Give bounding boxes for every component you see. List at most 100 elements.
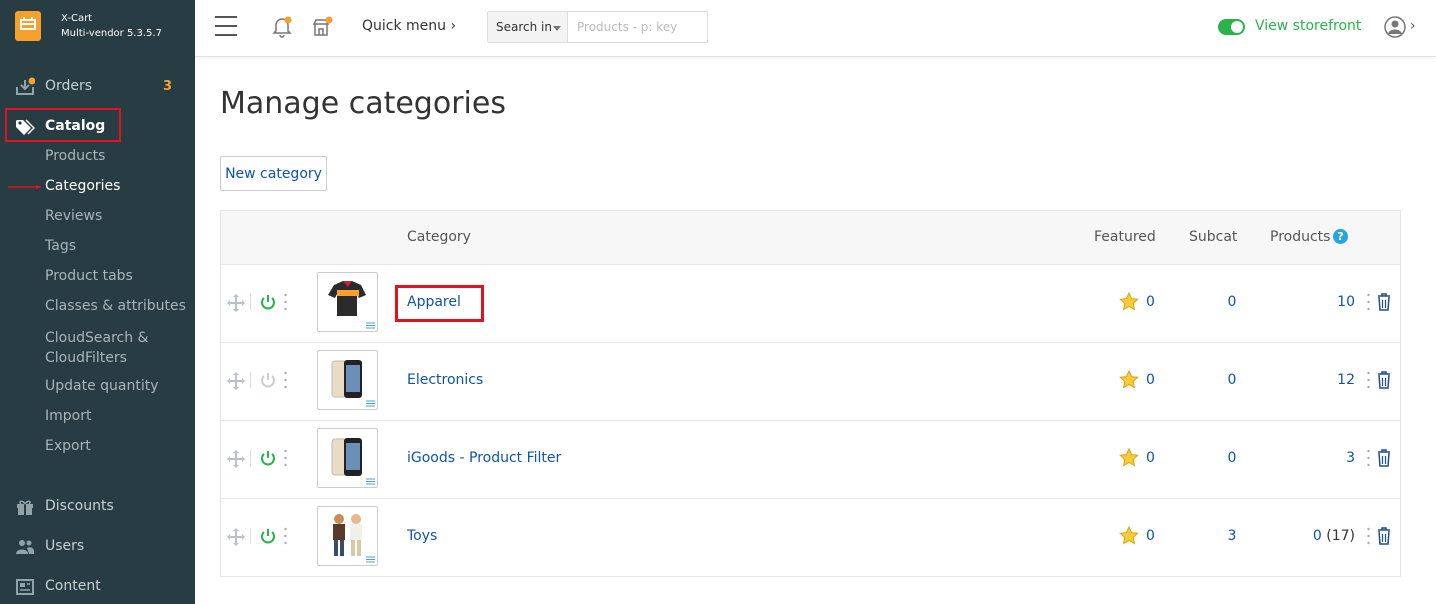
apparel-highlight-box	[395, 285, 484, 322]
table-row: Toys 0 3 0 (17)	[221, 499, 1400, 577]
search-in-label: Search in	[496, 20, 552, 34]
chevron-right-icon[interactable]: ›	[1410, 18, 1416, 34]
move-icon[interactable]	[227, 372, 245, 390]
sidebar-subitem-reviews[interactable]: Reviews	[45, 208, 102, 224]
list-lines-icon	[366, 478, 375, 485]
trash-icon[interactable]	[1376, 370, 1392, 389]
move-icon[interactable]	[227, 450, 245, 468]
featured-count[interactable]: 0	[1146, 372, 1155, 388]
trash-icon[interactable]	[1376, 292, 1392, 311]
sidebar-item-users[interactable]: Users	[0, 533, 195, 561]
subcat-count[interactable]: 3	[1227, 528, 1237, 544]
products-count[interactable]: 10	[1337, 294, 1355, 310]
trash-icon[interactable]	[1376, 526, 1392, 545]
subcat-count[interactable]: 0	[1227, 294, 1237, 310]
column-header-products: Products	[1270, 229, 1331, 245]
new-category-button[interactable]: New category	[220, 156, 327, 191]
more-options-icon[interactable]	[1367, 448, 1370, 468]
users-icon	[15, 537, 35, 557]
sidebar-subitem-product-tabs[interactable]: Product tabs	[45, 268, 133, 284]
products-count[interactable]: 12	[1337, 372, 1355, 388]
subcat-count[interactable]: 0	[1227, 372, 1237, 388]
view-storefront-link[interactable]: View storefront	[1255, 18, 1361, 34]
more-options-icon[interactable]	[284, 448, 287, 468]
sidebar-subitem-tags[interactable]: Tags	[45, 238, 76, 254]
products-count-value: 0	[1312, 528, 1322, 544]
brand-version: Multi-vendor 5.3.5.7	[61, 28, 162, 39]
arrow-right-icon	[8, 185, 42, 189]
products-count[interactable]: 3	[1346, 450, 1355, 466]
sidebar-item-content[interactable]: Content	[0, 573, 195, 601]
subcat-count[interactable]: 0	[1227, 450, 1237, 466]
page-title: Manage categories	[220, 86, 506, 121]
catalog-highlight-box	[5, 108, 121, 142]
star-icon	[1119, 447, 1139, 467]
top-bar: Quick menu › Search in View storefront ›	[195, 0, 1436, 57]
brand-title: X-Cart	[61, 13, 93, 24]
sidebar-item-label: Orders	[45, 78, 93, 94]
more-options-icon[interactable]	[284, 370, 287, 390]
featured-count[interactable]: 0	[1146, 450, 1155, 466]
category-thumbnail[interactable]	[317, 428, 378, 488]
quick-menu-button[interactable]: Quick menu ›	[362, 18, 456, 34]
newspaper-icon	[15, 577, 35, 597]
caret-down-icon	[553, 26, 561, 31]
table-row: Apparel 0 0 10	[221, 265, 1400, 343]
sidebar-subitem-categories[interactable]: Categories	[45, 178, 120, 194]
divider	[250, 450, 251, 466]
xcart-logo-icon	[15, 11, 41, 41]
user-avatar-icon[interactable]	[1384, 16, 1406, 38]
quick-menu-label: Quick menu	[362, 18, 447, 34]
search-input[interactable]	[569, 12, 707, 42]
more-options-icon[interactable]	[1367, 526, 1370, 546]
sidebar-subitem-classes-attributes[interactable]: Classes & attributes	[45, 298, 186, 314]
power-toggle-icon[interactable]	[259, 293, 277, 311]
category-name-link[interactable]: iGoods - Product Filter	[407, 450, 561, 466]
power-toggle-icon[interactable]	[259, 449, 277, 467]
category-thumbnail[interactable]	[317, 506, 378, 566]
table-row: iGoods - Product Filter 0 0 3	[221, 421, 1400, 499]
column-header-category[interactable]: Category	[407, 229, 471, 245]
move-icon[interactable]	[227, 294, 245, 312]
sidebar-subitem-update-quantity[interactable]: Update quantity	[45, 378, 159, 394]
more-options-icon[interactable]	[1367, 370, 1370, 390]
move-icon[interactable]	[227, 528, 245, 546]
sidebar-item-discounts[interactable]: Discounts	[0, 493, 195, 521]
sidebar-subitem-import[interactable]: Import	[45, 408, 91, 424]
sidebar-subitem-export[interactable]: Export	[45, 438, 91, 454]
column-header-featured: Featured	[1094, 229, 1156, 245]
help-icon[interactable]: ?	[1333, 229, 1348, 244]
search-in-select[interactable]: Search in	[488, 12, 568, 42]
hamburger-menu-icon[interactable]	[215, 16, 237, 38]
marketplace-icon[interactable]	[311, 16, 333, 38]
category-name-link[interactable]: Electronics	[407, 372, 483, 388]
sidebar-subitem-products[interactable]: Products	[45, 148, 105, 164]
sidebar-item-label: Discounts	[45, 498, 114, 514]
featured-count[interactable]: 0	[1146, 528, 1155, 544]
categories-table: Category Featured Subcat Products ? Appa…	[220, 210, 1401, 577]
featured-count[interactable]: 0	[1146, 294, 1155, 310]
category-thumbnail[interactable]	[317, 272, 378, 332]
more-options-icon[interactable]	[1367, 292, 1370, 312]
power-toggle-icon[interactable]	[259, 527, 277, 545]
more-options-icon[interactable]	[284, 526, 287, 546]
sidebar: X-Cart Multi-vendor 5.3.5.7 Orders 3 Cat…	[0, 0, 195, 604]
bell-icon[interactable]	[271, 16, 293, 38]
products-count-value: 3	[1346, 450, 1355, 466]
sidebar-subitem-cloudsearch[interactable]: CloudSearch & CloudFilters	[45, 328, 165, 368]
storefront-toggle[interactable]	[1218, 19, 1245, 35]
chevron-right-icon: ›	[450, 18, 457, 34]
power-toggle-icon[interactable]	[259, 371, 277, 389]
star-icon	[1119, 525, 1139, 545]
more-options-icon[interactable]	[284, 292, 287, 312]
table-header: Category Featured Subcat Products ?	[221, 211, 1400, 265]
search-box: Search in	[487, 11, 708, 43]
category-thumbnail[interactable]	[317, 350, 378, 410]
products-total-extra: (17)	[1321, 528, 1355, 544]
trash-icon[interactable]	[1376, 448, 1392, 467]
sidebar-item-orders[interactable]: Orders 3	[0, 73, 195, 101]
products-count[interactable]: 0 (17)	[1313, 528, 1355, 544]
orders-count-badge: 3	[163, 79, 173, 94]
category-name-link[interactable]: Toys	[407, 528, 437, 544]
brand[interactable]: X-Cart Multi-vendor 5.3.5.7	[0, 0, 195, 57]
